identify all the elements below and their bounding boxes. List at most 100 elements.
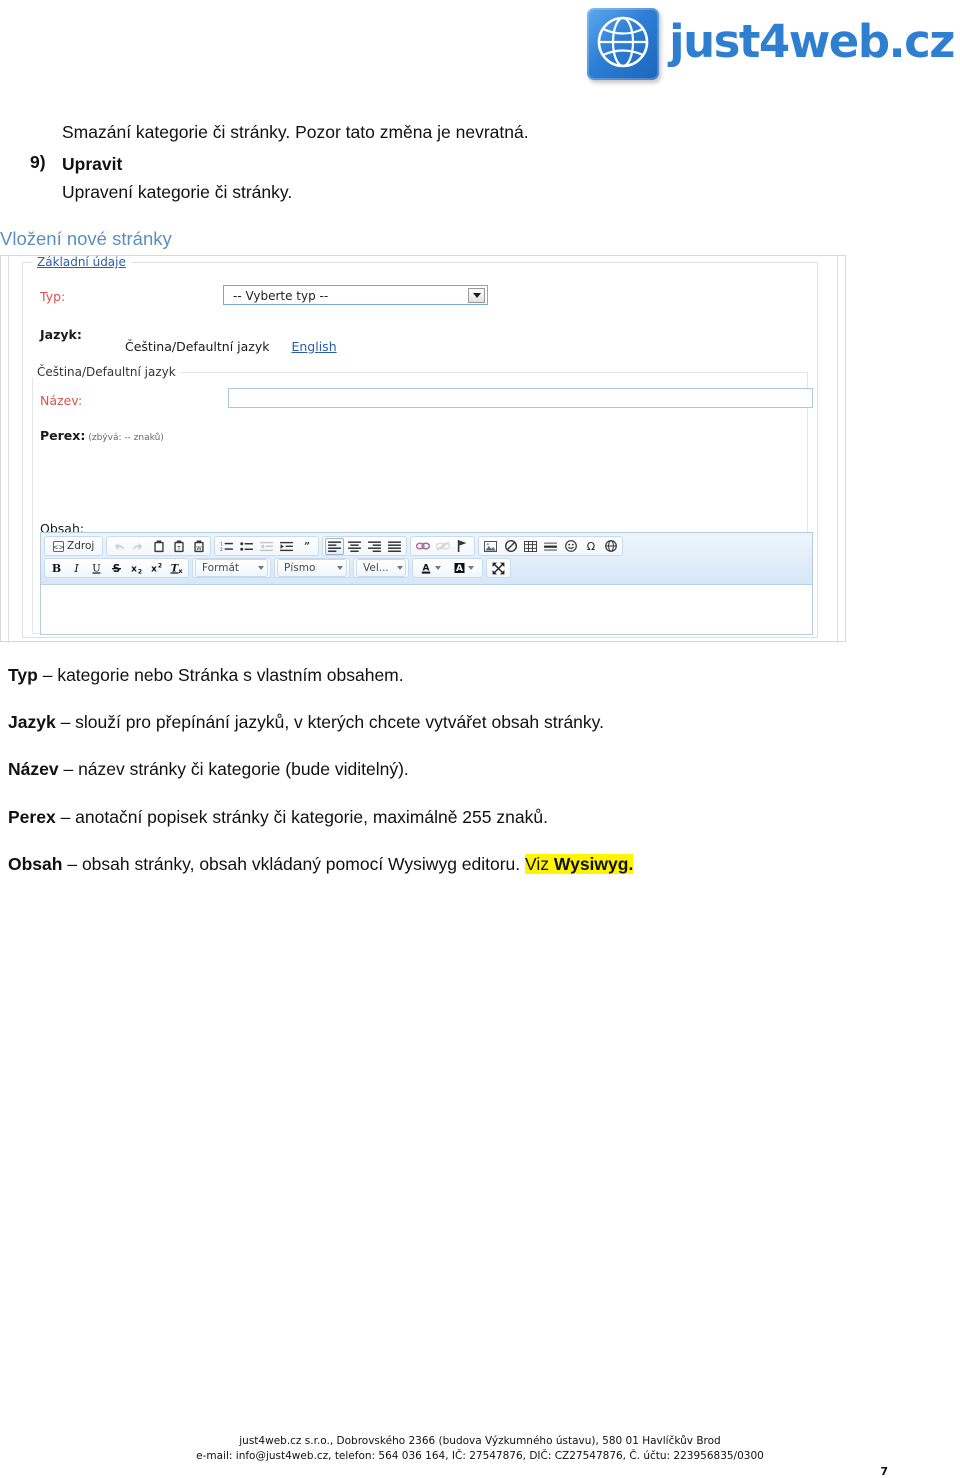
- svg-text:Ω: Ω: [587, 540, 595, 552]
- toolbar-group-colors: A A: [412, 558, 483, 578]
- document-footer: just4web.cz s.r.o., Dobrovského 2366 (bu…: [0, 1434, 960, 1464]
- fieldset-basic-info-legend[interactable]: Základní údaje: [32, 256, 131, 268]
- font-combo-label: Písmo: [284, 562, 316, 574]
- toolbar-group-fontsize: Vel...: [353, 558, 409, 578]
- align-center-icon[interactable]: [345, 538, 364, 555]
- text-color-icon[interactable]: A: [415, 560, 447, 577]
- svg-text:I: I: [73, 562, 79, 574]
- numbered-list-icon[interactable]: 12: [217, 538, 236, 555]
- fontsize-combo[interactable]: Vel...: [356, 559, 406, 577]
- align-left-icon[interactable]: [325, 537, 345, 555]
- label-perex: Perex: (zbývá: -- znaků): [40, 428, 164, 443]
- label-perex-text: Perex:: [40, 428, 86, 443]
- bulleted-list-icon[interactable]: [237, 538, 256, 555]
- link-icon[interactable]: [413, 538, 432, 555]
- flash-icon[interactable]: [501, 538, 520, 555]
- undo-icon[interactable]: [109, 538, 128, 555]
- type-select[interactable]: -- Vyberte typ --: [223, 285, 488, 305]
- redo-icon[interactable]: [129, 538, 148, 555]
- footer-line-1: just4web.cz s.r.o., Dobrovského 2366 (bu…: [239, 1434, 721, 1447]
- align-right-icon[interactable]: [365, 538, 384, 555]
- align-justify-icon[interactable]: [385, 538, 404, 555]
- editor-content-area[interactable]: [41, 585, 812, 629]
- toolbar-group-tools: [486, 558, 511, 578]
- document-header: just4web.cz: [0, 0, 960, 105]
- highlighted-note-prefix: Viz: [525, 854, 554, 874]
- language-tab-english[interactable]: English: [291, 339, 336, 354]
- svg-text:x: x: [178, 567, 183, 574]
- fieldset-czech-language-legend: Čeština/Defaultní jazyk: [32, 366, 181, 378]
- definition-term: Obsah: [8, 854, 63, 874]
- paste-text-icon[interactable]: T: [169, 538, 188, 555]
- definition-obsah: Obsah – obsah stránky, obsah vkládaný po…: [8, 852, 634, 877]
- definition-dash: –: [63, 759, 74, 779]
- label-nazev: Název:: [40, 393, 83, 408]
- editor-toolbar: <> Zdroj T: [41, 533, 812, 585]
- definition-term: Perex: [8, 807, 56, 827]
- superscript-icon[interactable]: x2: [147, 560, 166, 577]
- bold-icon[interactable]: B: [47, 560, 66, 577]
- intro-paragraph: Smazání kategorie či stránky. Pozor tato…: [62, 122, 529, 142]
- label-perex-hint: (zbývá: -- znaků): [88, 433, 164, 443]
- language-tab-czech[interactable]: Čeština/Defaultní jazyk: [125, 339, 269, 354]
- wysiwyg-editor[interactable]: <> Zdroj T: [40, 532, 813, 635]
- maximize-icon[interactable]: [489, 560, 508, 577]
- editor-toolbar-row-2: B I U S x2 x2 T x Formát Písmo Vel... A …: [44, 558, 810, 578]
- definition-term: Typ: [8, 665, 38, 685]
- definition-text: kategorie nebo Stránka s vlastním obsahe…: [57, 665, 404, 685]
- special-char-icon[interactable]: Ω: [581, 538, 600, 555]
- fontsize-combo-label: Vel...: [363, 562, 389, 574]
- highlighted-note-link[interactable]: Wysiwyg.: [554, 854, 633, 874]
- chevron-down-icon[interactable]: [468, 288, 485, 303]
- horizontal-rule-icon[interactable]: [541, 538, 560, 555]
- definition-term: Název: [8, 759, 59, 779]
- paste-icon[interactable]: [149, 538, 168, 555]
- definition-text: slouží pro přepínání jazyků, v kterých c…: [75, 712, 604, 732]
- definition-term: Jazyk: [8, 712, 56, 732]
- italic-icon[interactable]: I: [67, 560, 86, 577]
- table-icon[interactable]: [521, 538, 540, 555]
- subscript-icon[interactable]: x2: [127, 560, 146, 577]
- definition-perex: Perex – anotační popisek stránky či kate…: [8, 805, 548, 830]
- chevron-down-icon: [396, 566, 403, 570]
- outdent-icon[interactable]: [257, 538, 276, 555]
- definition-text: anotační popisek stránky či kategorie, m…: [75, 807, 548, 827]
- blockquote-icon[interactable]: ”: [297, 538, 316, 555]
- list-item-description: Upravení kategorie či stránky.: [62, 182, 293, 202]
- section-heading: Vložení nové stránky: [0, 228, 172, 249]
- chevron-down-icon: [337, 566, 343, 570]
- indent-icon[interactable]: [277, 538, 296, 555]
- unlink-icon[interactable]: [433, 538, 452, 555]
- background-color-icon[interactable]: A: [448, 560, 480, 577]
- editor-toolbar-row-1: <> Zdroj T: [44, 536, 810, 556]
- definition-dash: –: [67, 854, 78, 874]
- definition-text: název stránky či kategorie (bude viditel…: [78, 759, 409, 779]
- definition-nazev: Název – název stránky či kategorie (bude…: [8, 757, 409, 782]
- format-combo[interactable]: Formát: [195, 559, 268, 577]
- iframe-icon[interactable]: [601, 538, 620, 555]
- type-select-value: -- Vyberte typ --: [233, 289, 329, 303]
- remove-format-icon[interactable]: Tx: [167, 560, 186, 577]
- smiley-icon[interactable]: [561, 538, 580, 555]
- toolbar-group-font: Písmo: [274, 558, 350, 578]
- toolbar-group-paragraph: 12 ”: [214, 536, 320, 556]
- language-tabs: Čeština/Defaultní jazyk English: [125, 339, 337, 354]
- anchor-icon[interactable]: [453, 538, 472, 555]
- svg-text:1: 1: [220, 541, 223, 546]
- brand-logo: just4web.cz: [587, 8, 955, 80]
- source-icon[interactable]: <> Zdroj: [47, 538, 100, 555]
- strikethrough-icon[interactable]: S: [107, 560, 126, 577]
- nazev-input[interactable]: [228, 388, 813, 408]
- logo-wordmark: just4web.cz: [669, 14, 955, 68]
- definition-dash: –: [60, 807, 71, 827]
- paste-word-icon[interactable]: W: [189, 538, 208, 555]
- underline-icon[interactable]: U: [87, 560, 106, 577]
- font-combo[interactable]: Písmo: [277, 559, 347, 577]
- globe-icon: [587, 8, 660, 80]
- label-typ: Typ:: [40, 289, 66, 304]
- footer-line-2: e-mail: info@just4web.cz, telefon: 564 0…: [196, 1449, 764, 1462]
- image-icon[interactable]: [481, 538, 500, 555]
- svg-text:x: x: [151, 565, 157, 575]
- toolbar-group-styles: Formát: [192, 558, 271, 578]
- label-jazyk: Jazyk:: [40, 327, 82, 342]
